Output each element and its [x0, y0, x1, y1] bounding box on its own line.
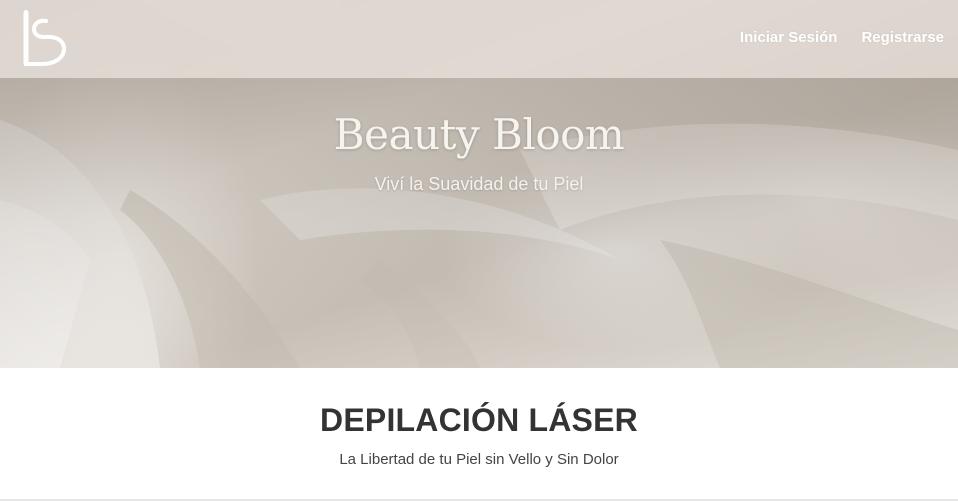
- top-navbar: Iniciar Sesión Registrarse: [0, 0, 958, 78]
- hero-title: Beauty Bloom: [333, 110, 625, 159]
- login-link[interactable]: Iniciar Sesión: [740, 29, 838, 46]
- section-title: DEPILACIÓN LÁSER: [320, 402, 638, 438]
- register-link[interactable]: Registrarse: [861, 29, 944, 46]
- section-subtitle: La Libertad de tu Piel sin Vello y Sin D…: [339, 451, 619, 468]
- nav-links: Iniciar Sesión Registrarse: [740, 29, 944, 46]
- bs-monogram-icon[interactable]: [22, 10, 67, 66]
- hero-subtitle: Viví la Suavidad de tu Piel: [374, 174, 584, 194]
- section-divider: [0, 499, 958, 501]
